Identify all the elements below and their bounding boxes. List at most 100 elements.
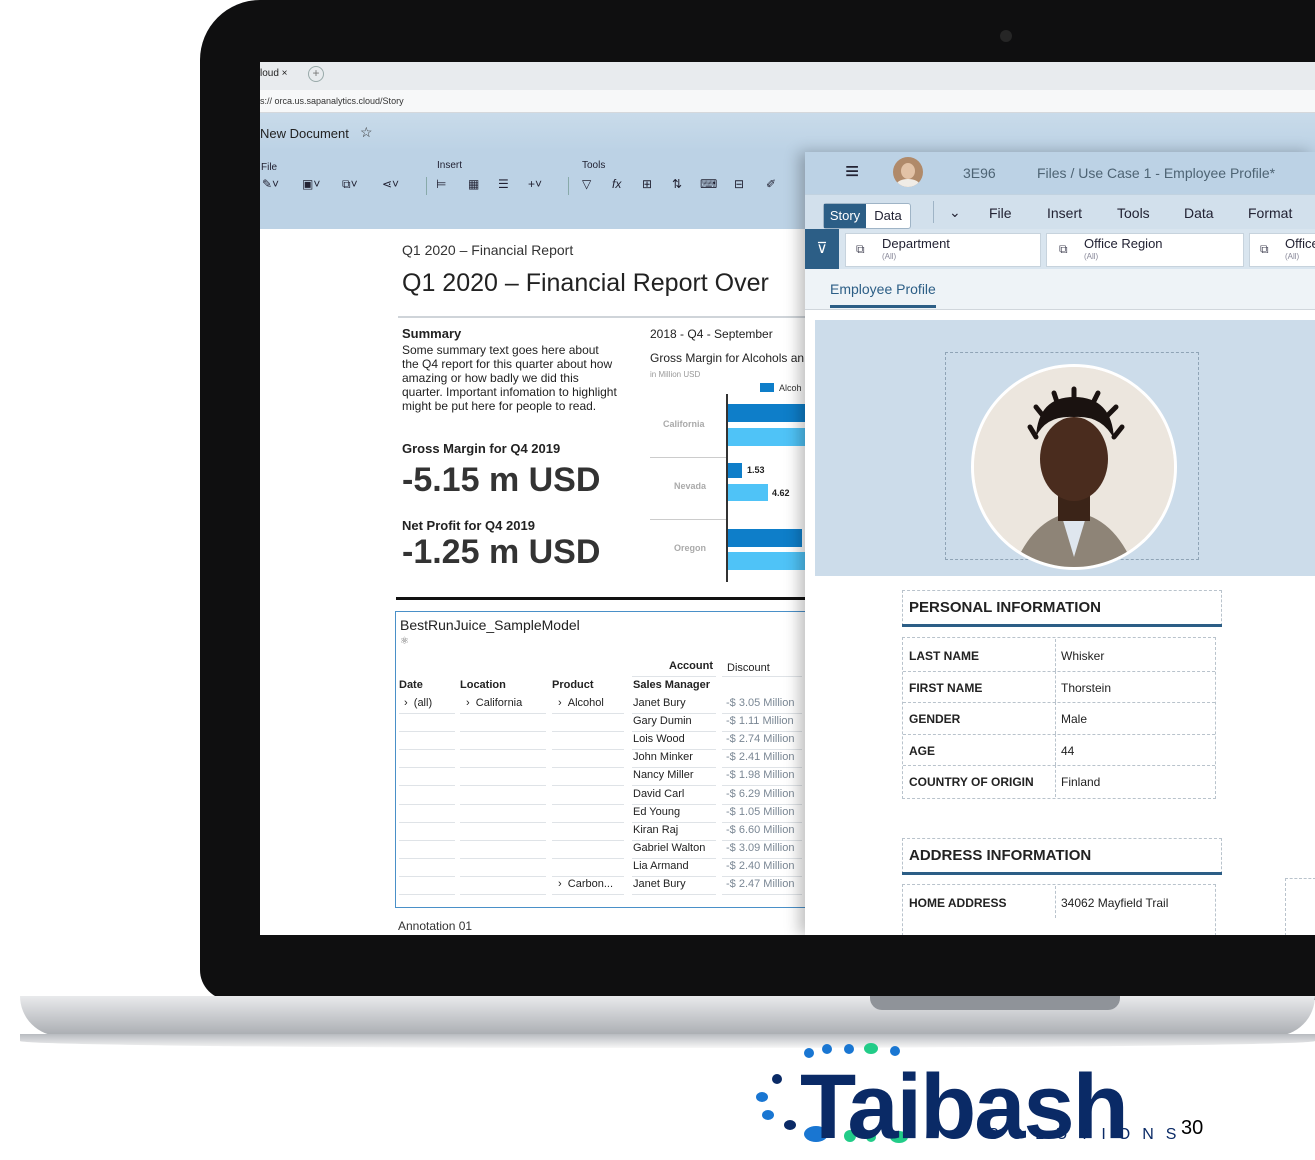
employee-photo (971, 364, 1177, 570)
filter-office[interactable]: ⧉ Office (All) (1249, 233, 1315, 267)
align-icon[interactable]: ⊨ (436, 177, 446, 191)
chart-subtitle: in Million USD (650, 370, 701, 379)
table-row-discount[interactable]: -$ 2.74 Million (726, 733, 794, 745)
table-row-discount[interactable]: -$ 2.47 Million (726, 878, 794, 890)
table-row-manager[interactable]: Janet Bury (633, 878, 686, 890)
bar-california-s1[interactable] (728, 404, 810, 422)
add-filter-icon[interactable]: ⊽ (805, 229, 839, 269)
row-divider (399, 731, 455, 733)
bar-nevada-s2[interactable] (728, 484, 768, 501)
section-underline (902, 872, 1222, 875)
bar-california-s2[interactable] (728, 428, 810, 446)
row-divider (632, 713, 716, 714)
filter-icon[interactable]: ▽ (582, 177, 591, 191)
sort-icon[interactable]: ⇅ (672, 177, 682, 191)
table-row-manager[interactable]: David Carl (633, 788, 684, 800)
summary-text: Some summary text goes here about the Q4… (402, 343, 617, 413)
gross-margin-value: -5.15 m USD (402, 461, 601, 499)
copy-icon[interactable]: ⧉˅ (342, 177, 358, 192)
calc-icon[interactable]: ⊟ (734, 177, 744, 191)
bar-oregon-s2[interactable] (728, 552, 810, 570)
table-row-discount[interactable]: -$ 1.05 Million (726, 806, 794, 818)
new-tab-button[interactable]: + (308, 66, 324, 82)
row-divider (722, 857, 802, 859)
table-row-manager[interactable]: Kiran Raj (633, 824, 678, 836)
save-icon[interactable]: ▣˅ (302, 177, 320, 191)
table-row-discount[interactable]: -$ 6.29 Million (726, 788, 794, 800)
address-info-table: HOME ADDRESS 34062 Mayfield Trail (902, 884, 1216, 935)
field-value: Male (1061, 712, 1088, 726)
menu-format[interactable]: Format (1248, 205, 1292, 221)
bar-chart: California Nevada Oregon 1.53 4.62 (650, 394, 810, 584)
table-row-manager[interactable]: Gabriel Walton (633, 842, 705, 854)
table-row-discount[interactable]: -$ 2.40 Million (726, 860, 794, 872)
field-label: COUNTRY OF ORIGIN (909, 775, 1034, 789)
gridline (650, 457, 726, 458)
edit-icon[interactable]: ✎˅ (262, 177, 279, 191)
table-row-discount[interactable]: -$ 3.05 Million (726, 697, 794, 709)
formula-icon[interactable]: fx (612, 177, 621, 191)
table-row-manager[interactable]: Lois Wood (633, 733, 685, 745)
filter-value: (All) (1285, 252, 1300, 261)
story-toggle[interactable]: Story (824, 204, 866, 228)
row-divider (903, 702, 1215, 703)
bar-nevada-s1[interactable] (728, 463, 742, 478)
filter-department[interactable]: ⧉ Department (All) (845, 233, 1041, 267)
model-icon: ⚛ (400, 636, 409, 647)
table-row-manager[interactable]: Ed Young (633, 806, 680, 818)
laptop-base (0, 990, 1315, 1060)
filter-chip-icon: ⧉ (1260, 242, 1269, 256)
table-row-discount[interactable]: -$ 2.41 Million (726, 751, 794, 763)
filter-settings-icon[interactable]: ☰ (498, 177, 509, 191)
table-row-manager[interactable]: Janet Bury (633, 697, 686, 709)
chevron-down-icon[interactable]: ⌄ (949, 204, 961, 221)
breadcrumb[interactable]: Files / Use Case 1 - Employee Profile* (1037, 165, 1275, 181)
data-label: 4.62 (772, 488, 790, 498)
row-divider (632, 803, 716, 805)
table-row-manager[interactable]: Nancy Miller (633, 769, 694, 781)
product-expand[interactable]: › Carbon... (558, 878, 613, 890)
location-expand[interactable]: › California (466, 697, 522, 709)
data-toggle[interactable]: Data (867, 204, 909, 228)
table-row-discount[interactable]: -$ 1.98 Million (726, 769, 794, 781)
share-icon[interactable]: ⋖˅ (382, 177, 399, 191)
row-divider (552, 875, 624, 877)
row-divider (399, 875, 455, 877)
table-row-discount[interactable]: -$ 3.09 Million (726, 842, 794, 854)
document-title[interactable]: New Document (260, 126, 349, 141)
star-icon[interactable]: ☆ (360, 124, 373, 141)
user-avatar[interactable] (893, 157, 923, 187)
table-row-manager[interactable]: Lia Armand (633, 860, 689, 872)
filter-chip-icon: ⧉ (856, 242, 865, 256)
browser-tab[interactable]: loud × (260, 68, 288, 79)
add-icon[interactable]: +˅ (528, 177, 542, 191)
menu-data[interactable]: Data (1184, 205, 1214, 221)
table-row-discount[interactable]: -$ 6.60 Million (726, 824, 794, 836)
bar-oregon-s1[interactable] (728, 529, 802, 547)
row-divider (399, 894, 455, 895)
date-expand[interactable]: › (all) (404, 697, 432, 709)
personal-info-header: PERSONAL INFORMATION (902, 590, 1222, 626)
camera-icon (1000, 30, 1012, 42)
row-divider (632, 894, 716, 895)
product-expand[interactable]: › Alcohol (558, 697, 604, 709)
chart-title: Gross Margin for Alcohols an (650, 351, 805, 365)
product-value: Alcohol (567, 697, 604, 709)
row-divider (552, 713, 624, 714)
table-icon[interactable]: ▦ (468, 177, 479, 191)
menu-file[interactable]: File (989, 205, 1012, 221)
table-row-manager[interactable]: Gary Dumin (633, 715, 692, 727)
filter-office-region[interactable]: ⧉ Office Region (All) (1046, 233, 1244, 267)
table-row-discount[interactable]: -$ 1.11 Million (726, 715, 794, 727)
tab-employee-profile[interactable]: Employee Profile (830, 281, 936, 297)
table-row-manager[interactable]: John Minker (633, 751, 693, 763)
group-icon[interactable]: ⊞ (642, 177, 652, 191)
menu-insert[interactable]: Insert (1047, 205, 1082, 221)
data-table[interactable]: BestRunJuice_SampleModel ⚛ Account Disco… (395, 611, 811, 908)
address-bar[interactable]: s:// orca.us.sapanalytics.cloud/Story (260, 90, 1315, 113)
comment-icon[interactable]: ⌨ (700, 177, 717, 191)
pen-icon[interactable]: ✐ (766, 177, 776, 191)
menu-icon[interactable]: ≡ (845, 158, 859, 186)
ribbon-tools-label: Tools (582, 160, 606, 171)
menu-tools[interactable]: Tools (1117, 205, 1150, 221)
